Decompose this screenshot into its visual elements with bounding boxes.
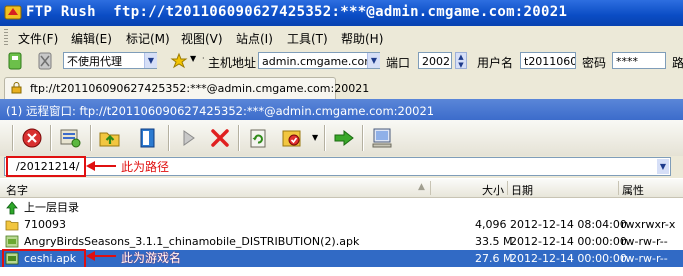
- transfer-arrow-icon[interactable]: [332, 126, 356, 150]
- user-input[interactable]: t20110609: [520, 52, 576, 69]
- annotation-arrow: [94, 165, 116, 167]
- list-bottom: [0, 267, 683, 276]
- list-item[interactable]: AngryBirdsSeasons_3.1.1_chinamobile_DIST…: [0, 233, 683, 250]
- window-title: FTP Rush ftp://t201106090627425352:***@a…: [26, 4, 568, 20]
- annotation-box-path: [6, 156, 86, 177]
- menu-mark[interactable]: 标记(M): [126, 30, 170, 47]
- list-item-selected[interactable]: ceshi.apk 27.6 M 2012-12-14 00:00:00 rw-…: [0, 250, 683, 267]
- file-attr: rw-rw-r--: [621, 235, 668, 248]
- apk-file-icon: [5, 235, 19, 248]
- user-label: 用户名: [477, 56, 514, 70]
- chevron-down-icon[interactable]: ▼: [144, 53, 157, 68]
- port-label: 端口: [386, 56, 411, 70]
- chevron-down-icon[interactable]: ▼: [190, 54, 196, 63]
- port-stepper[interactable]: ▲ ▼: [455, 52, 467, 69]
- chevron-down-icon[interactable]: ▼: [367, 53, 380, 68]
- toolbar-separator: [362, 125, 363, 151]
- menu-file[interactable]: 文件(F): [18, 30, 58, 47]
- tab-label: ftp://t201106090627425352:***@admin.cmga…: [30, 82, 370, 95]
- column-attr[interactable]: 属性: [622, 182, 644, 198]
- file-name: 上一层目录: [24, 201, 79, 214]
- list-item[interactable]: 710093 4,096 2012-12-14 08:04:00 rwxrwxr…: [0, 216, 683, 233]
- proxy-select[interactable]: 不使用代理: [63, 52, 157, 69]
- parent-folder-icon[interactable]: [98, 126, 122, 150]
- toolbar-separator: [324, 125, 325, 151]
- annotation-box-file: [2, 249, 86, 269]
- column-separator[interactable]: [618, 181, 619, 195]
- file-size: 27.6 M: [475, 252, 513, 265]
- sort-arrow-icon: ▲: [418, 182, 425, 192]
- menu-tools[interactable]: 工具(T): [287, 30, 328, 47]
- file-size: 4,096: [475, 218, 507, 231]
- bookmark-icon[interactable]: [136, 126, 160, 150]
- separator-dot: ·: [202, 54, 205, 63]
- disconnect-icon[interactable]: [20, 126, 44, 150]
- delete-icon[interactable]: [208, 126, 232, 150]
- toolbar-separator: [238, 125, 239, 151]
- annotation-path-label: 此为路径: [121, 160, 170, 174]
- file-size: 33.5 M: [475, 235, 513, 248]
- menu-view[interactable]: 视图(V): [181, 30, 223, 47]
- chevron-down-icon[interactable]: ▼: [657, 159, 669, 174]
- column-separator[interactable]: [507, 181, 508, 195]
- site-manager-icon[interactable]: [58, 126, 82, 150]
- column-separator[interactable]: [430, 181, 431, 195]
- file-name: 710093: [24, 218, 66, 231]
- up-folder-icon: [6, 201, 18, 215]
- menu-site[interactable]: 站点(I): [236, 30, 273, 47]
- port-input[interactable]: 20021: [418, 52, 452, 69]
- list-item[interactable]: 上一层目录: [0, 199, 683, 216]
- file-attr: rwxrwxr-x: [621, 218, 676, 231]
- menu-help[interactable]: 帮助(H): [341, 30, 383, 47]
- toolbar-separator: [90, 125, 91, 151]
- password-label: 密码: [582, 56, 607, 70]
- annotation-arrow: [94, 255, 116, 257]
- column-name[interactable]: 名字: [6, 182, 28, 198]
- host-input[interactable]: admin.cmgame.com: [258, 52, 380, 69]
- column-size[interactable]: 大小: [482, 182, 504, 198]
- remote-window-title: (1) 远程窗口: ftp://t201106090627425352:***@…: [6, 104, 435, 118]
- play-icon[interactable]: [176, 126, 200, 150]
- file-name: AngryBirdsSeasons_3.1.1_chinamobile_DIST…: [24, 235, 360, 248]
- app-logo-icon: [4, 5, 22, 20]
- filter-icon[interactable]: [280, 126, 304, 150]
- toolbar-separator: [50, 125, 51, 151]
- toolbar-separator: [168, 125, 169, 151]
- menu-grip: [4, 29, 8, 45]
- folder-icon: [5, 220, 19, 231]
- lock-icon: [11, 82, 22, 94]
- menu-edit[interactable]: 编辑(E): [71, 30, 112, 47]
- file-date: 2012-12-14 00:00:00: [510, 235, 627, 248]
- file-list-header: [0, 179, 683, 198]
- star-icon[interactable]: [170, 52, 188, 70]
- chevron-down-icon[interactable]: ▼: [312, 133, 318, 142]
- disconnect-icon[interactable]: [37, 52, 53, 70]
- file-date: 2012-12-14 08:04:00: [510, 218, 627, 231]
- file-attr: rw-rw-r--: [621, 252, 668, 265]
- connect-icon[interactable]: [7, 52, 23, 70]
- refresh-icon[interactable]: [246, 126, 270, 150]
- path-bar-edge: [673, 157, 683, 176]
- password-input[interactable]: ****: [612, 52, 666, 69]
- column-date[interactable]: 日期: [511, 182, 533, 198]
- path-label: 路: [672, 56, 683, 70]
- toolbar-separator: [12, 125, 13, 151]
- file-date: 2012-12-14 00:00:00: [510, 252, 627, 265]
- annotation-file-label: 此为游戏名: [121, 251, 182, 265]
- monitor-icon[interactable]: [370, 126, 394, 150]
- host-label: 主机地址: [208, 56, 257, 70]
